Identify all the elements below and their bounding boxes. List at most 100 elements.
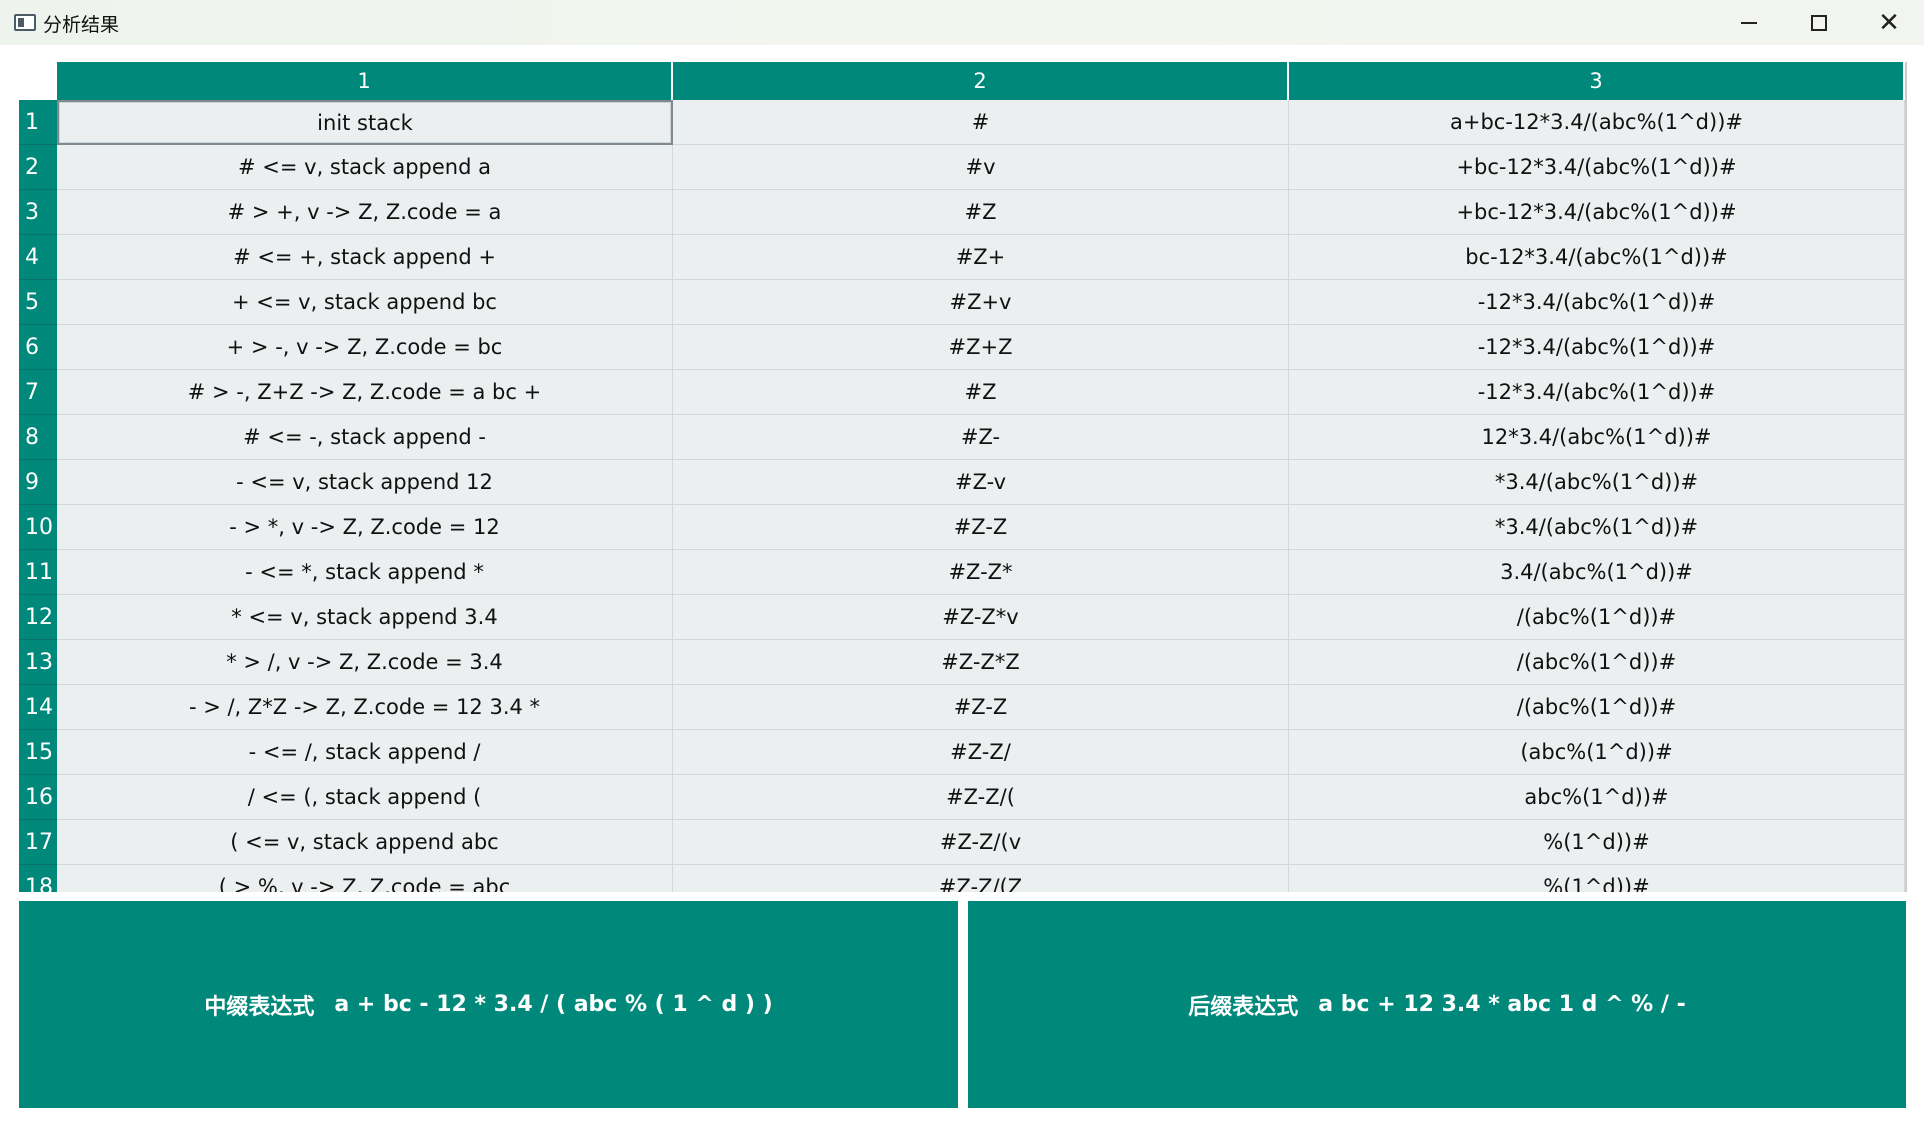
row-header[interactable]: 11 xyxy=(19,550,57,595)
column-header-3[interactable]: 3 xyxy=(1289,62,1905,100)
table-cell-stack[interactable]: #Z-Z*v xyxy=(673,595,1289,640)
table-cell-action[interactable]: + <= v, stack append bc xyxy=(57,280,673,325)
table-cell-input[interactable]: *3.4/(abc%(1^d))# xyxy=(1289,505,1905,550)
table-cell-input[interactable]: *3.4/(abc%(1^d))# xyxy=(1289,460,1905,505)
table-cell-input[interactable]: /(abc%(1^d))# xyxy=(1289,685,1905,730)
analysis-table[interactable]: 1 2 3 1 init stack # a+bc-12*3.4/(abc%(1^d)… xyxy=(19,62,1905,892)
table-cell-action[interactable]: - <= /, stack append / xyxy=(57,730,673,775)
table-row[interactable]: 16/ <= (, stack append (#Z-Z/(abc%(1^d))… xyxy=(19,775,1905,820)
table-cell-action[interactable]: ( <= v, stack append abc xyxy=(57,820,673,865)
table-cell-stack[interactable]: #Z-Z/( xyxy=(673,775,1289,820)
table-cell-action[interactable]: * > /, v -> Z, Z.code = 3.4 xyxy=(57,640,673,685)
table-cell-stack[interactable]: # xyxy=(673,100,1289,145)
row-header[interactable]: 3 xyxy=(19,190,57,235)
table-row[interactable]: 12 * <= v, stack append 3.4 #Z-Z*v/(abc%(1… xyxy=(19,595,1905,640)
table-row[interactable]: 14- > /, Z*Z -> Z, Z.code = 12 3.4 * #Z-Z… xyxy=(19,685,1905,730)
table-row[interactable]: 18( > %, v -> Z, Z.code = abc #Z-Z/(Z %(1^… xyxy=(19,865,1905,892)
table-row[interactable]: 6 + > -, v -> Z, Z.code = bc #Z+Z -12*3.4/(… xyxy=(19,325,1905,370)
close-button[interactable]: ✕ xyxy=(1854,0,1924,45)
table-cell-input[interactable]: 12*3.4/(abc%(1^d))# xyxy=(1289,415,1905,460)
table-row[interactable]: 8 # <= -, stack append - #Z- 12*3.4/(abc%(1… xyxy=(19,415,1905,460)
row-header[interactable]: 10 xyxy=(19,505,57,550)
table-row[interactable]: 10- > *, v -> Z, Z.code = 12 #Z-Z *3.4/(ab… xyxy=(19,505,1905,550)
row-header[interactable]: 14 xyxy=(19,685,57,730)
minimize-button[interactable] xyxy=(1714,0,1784,45)
table-row[interactable]: 15- <= /, stack append / #Z-Z/(abc%(1^d))… xyxy=(19,730,1905,775)
table-cell-stack[interactable]: #Z+Z xyxy=(673,325,1289,370)
table-row[interactable]: 5 + <= v, stack append bc #Z+v -12*3.4/(abc… xyxy=(19,280,1905,325)
row-header[interactable]: 2 xyxy=(19,145,57,190)
table-cell-stack[interactable]: #Z-Z*Z xyxy=(673,640,1289,685)
table-cell-action[interactable]: - > *, v -> Z, Z.code = 12 xyxy=(57,505,673,550)
table-cell-input[interactable]: a+bc-12*3.4/(abc%(1^d))# xyxy=(1289,100,1905,145)
table-row[interactable]: 7 # > -, Z+Z -> Z, Z.code = a bc + #Z -12*3… xyxy=(19,370,1905,415)
table-cell-stack[interactable]: #Z-Z/(Z xyxy=(673,865,1289,892)
table-cell-input[interactable]: /(abc%(1^d))# xyxy=(1289,640,1905,685)
table-cell-input[interactable]: abc%(1^d))# xyxy=(1289,775,1905,820)
row-header[interactable]: 9 xyxy=(19,460,57,505)
table-cell-stack[interactable]: #Z- xyxy=(673,415,1289,460)
table-cell-action[interactable]: - > /, Z*Z -> Z, Z.code = 12 3.4 * xyxy=(57,685,673,730)
table-cell-stack[interactable]: #Z-Z xyxy=(673,505,1289,550)
table-row[interactable]: 3 # > +, v -> Z, Z.code = a #Z +bc-12*3.4/(… xyxy=(19,190,1905,235)
column-header-2[interactable]: 2 xyxy=(673,62,1289,100)
row-header[interactable]: 8 xyxy=(19,415,57,460)
table-cell-stack[interactable]: #Z-Z/ xyxy=(673,730,1289,775)
table-cell-action[interactable]: # <= -, stack append - xyxy=(57,415,673,460)
table-cell-input[interactable]: +bc-12*3.4/(abc%(1^d))# xyxy=(1289,145,1905,190)
table-row[interactable]: 11- <= *, stack append * #Z-Z* 3.4/(abc%(1… xyxy=(19,550,1905,595)
row-header[interactable]: 12 xyxy=(19,595,57,640)
row-header[interactable]: 15 xyxy=(19,730,57,775)
table-row[interactable]: 1 init stack # a+bc-12*3.4/(abc%(1^d))# xyxy=(19,100,1905,145)
table-cell-stack[interactable]: #Z+v xyxy=(673,280,1289,325)
table-cell-input[interactable]: -12*3.4/(abc%(1^d))# xyxy=(1289,280,1905,325)
column-header-1[interactable]: 1 xyxy=(57,62,673,100)
row-header[interactable]: 17 xyxy=(19,820,57,865)
table-row[interactable]: 13 * > /, v -> Z, Z.code = 3.4 #Z-Z*Z/(abc… xyxy=(19,640,1905,685)
infix-value: a + bc - 12 * 3.4 / ( abc % ( 1 ^ d ) ) xyxy=(334,992,773,1017)
table-cell-action[interactable]: - <= v, stack append 12 xyxy=(57,460,673,505)
row-header[interactable]: 16 xyxy=(19,775,57,820)
row-header[interactable]: 13 xyxy=(19,640,57,685)
table-cell-stack[interactable]: #Z-Z* xyxy=(673,550,1289,595)
row-header[interactable]: 4 xyxy=(19,235,57,280)
table-cell-action[interactable]: / <= (, stack append ( xyxy=(57,775,673,820)
window-title: 分析结果 xyxy=(43,14,120,36)
row-header[interactable]: 7 xyxy=(19,370,57,415)
maximize-button[interactable] xyxy=(1784,0,1854,45)
table-row[interactable]: 2 # <= v, stack append a #v +bc-12*3.4/(abc… xyxy=(19,145,1905,190)
row-header[interactable]: 6 xyxy=(19,325,57,370)
table-cell-action[interactable]: init stack xyxy=(57,100,673,145)
row-header[interactable]: 1 xyxy=(19,100,57,145)
table-cell-action[interactable]: * <= v, stack append 3.4 xyxy=(57,595,673,640)
table-cell-input[interactable]: bc-12*3.4/(abc%(1^d))# xyxy=(1289,235,1905,280)
table-cell-input[interactable]: 3.4/(abc%(1^d))# xyxy=(1289,550,1905,595)
table-cell-action[interactable]: # > -, Z+Z -> Z, Z.code = a bc + xyxy=(57,370,673,415)
table-cell-input[interactable]: /(abc%(1^d))# xyxy=(1289,595,1905,640)
table-cell-input[interactable]: %(1^d))# xyxy=(1289,865,1905,892)
row-header[interactable]: 18 xyxy=(19,865,57,892)
table-cell-action[interactable]: + > -, v -> Z, Z.code = bc xyxy=(57,325,673,370)
table-cell-stack[interactable]: #Z xyxy=(673,190,1289,235)
table-cell-action[interactable]: ( > %, v -> Z, Z.code = abc xyxy=(57,865,673,892)
table-corner[interactable] xyxy=(19,62,57,100)
table-cell-input[interactable]: %(1^d))# xyxy=(1289,820,1905,865)
table-row[interactable]: 17( <= v, stack append abc #Z-Z/(v %(1^d))… xyxy=(19,820,1905,865)
table-cell-action[interactable]: # > +, v -> Z, Z.code = a xyxy=(57,190,673,235)
table-cell-stack[interactable]: #Z-Z xyxy=(673,685,1289,730)
table-cell-stack[interactable]: #Z-v xyxy=(673,460,1289,505)
table-cell-input[interactable]: -12*3.4/(abc%(1^d))# xyxy=(1289,325,1905,370)
table-cell-input[interactable]: -12*3.4/(abc%(1^d))# xyxy=(1289,370,1905,415)
table-cell-input[interactable]: (abc%(1^d))# xyxy=(1289,730,1905,775)
table-cell-stack[interactable]: #v xyxy=(673,145,1289,190)
table-cell-stack[interactable]: #Z xyxy=(673,370,1289,415)
table-cell-action[interactable]: - <= *, stack append * xyxy=(57,550,673,595)
table-cell-stack[interactable]: #Z-Z/(v xyxy=(673,820,1289,865)
row-header[interactable]: 5 xyxy=(19,280,57,325)
table-cell-input[interactable]: +bc-12*3.4/(abc%(1^d))# xyxy=(1289,190,1905,235)
table-cell-action[interactable]: # <= v, stack append a xyxy=(57,145,673,190)
table-row[interactable]: 9- <= v, stack append 12 #Z-v *3.4/(abc%(1… xyxy=(19,460,1905,505)
table-cell-stack[interactable]: #Z+ xyxy=(673,235,1289,280)
table-cell-action[interactable]: # <= +, stack append + xyxy=(57,235,673,280)
table-row[interactable]: 4 # <= +, stack append + #Z+ bc-12*3.4/(abc… xyxy=(19,235,1905,280)
